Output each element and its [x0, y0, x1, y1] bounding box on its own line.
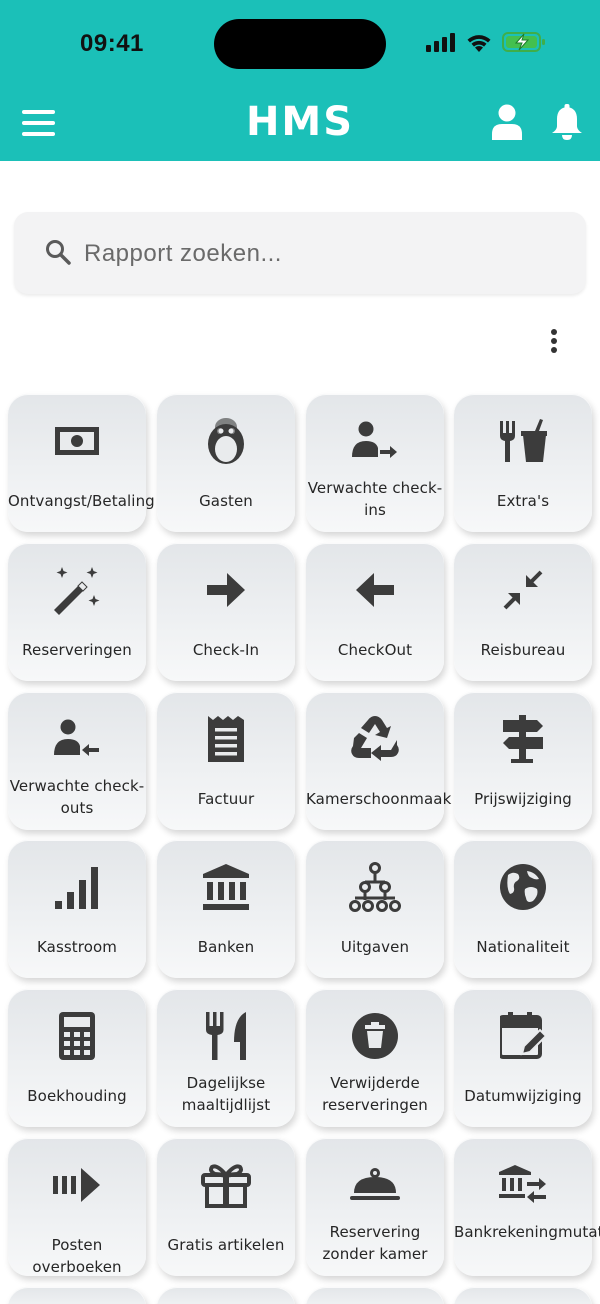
bank-icon: [157, 862, 295, 912]
tile-label: Reisbureau: [480, 641, 566, 659]
tile-prijswijziging[interactable]: Prijswijziging: [454, 692, 592, 830]
tile-factuur[interactable]: Factuur: [157, 692, 295, 830]
tile-posten-overboeken[interactable]: Posten overboeken: [8, 1138, 146, 1276]
tile-reservering-zonder-kamer[interactable]: Reservering zonder kamer: [306, 1138, 444, 1276]
globe-icon: [454, 862, 592, 912]
tile-banken[interactable]: Banken: [157, 840, 295, 978]
magic-wand-icon: [8, 565, 146, 615]
utensils-icon: [157, 1011, 295, 1061]
tile-label: Reservering zonder kamer: [322, 1223, 428, 1263]
tile-verwachte-check-outs[interactable]: Verwachte check-outs: [8, 692, 146, 830]
compress-arrows-icon: [454, 565, 592, 615]
tile-verwijderde-reserveringen[interactable]: Verwijderde reserveringen: [306, 989, 444, 1127]
signpost-icon: [454, 714, 592, 764]
bank-transfer-icon: [454, 1160, 592, 1210]
tile-verwachte-check-ins[interactable]: Verwachte check-ins: [306, 394, 444, 532]
receipt-icon: [157, 714, 295, 764]
money-icon: [8, 416, 146, 466]
tile-label: Ontvangst/Betaling: [8, 492, 155, 510]
tile-label: Datumwijziging: [464, 1087, 582, 1105]
tile-reserveringen[interactable]: Reserveringen: [8, 543, 146, 681]
tile-label: Reserveringen: [22, 641, 132, 659]
tile-bankrekeningmutaties[interactable]: Bankrekeningmutaties: [454, 1138, 600, 1276]
tile-boekhouding[interactable]: Boekhouding: [8, 989, 146, 1127]
tile-nationaliteit[interactable]: Nationaliteit: [454, 840, 592, 978]
tile-label: Verwijderde reserveringen: [322, 1074, 428, 1114]
tile-reisbureau[interactable]: Reisbureau: [454, 543, 592, 681]
tile-checkout[interactable]: CheckOut: [306, 543, 444, 681]
utensils-drink-icon: [454, 416, 592, 466]
gift-icon: [157, 1160, 295, 1210]
tile-label: Verwachte check-outs: [9, 777, 145, 817]
tile-partial[interactable]: [157, 1287, 295, 1304]
signal-bars-icon: [8, 862, 146, 912]
tile-extras[interactable]: Extra's: [454, 394, 592, 532]
calendar-edit-icon: [454, 1011, 592, 1061]
tile-kasstroom[interactable]: Kasstroom: [8, 840, 146, 978]
tile-label: Gasten: [199, 492, 253, 510]
tile-label: Extra's: [496, 492, 550, 510]
tile-label: Banken: [197, 938, 255, 956]
penguin-icon: [157, 416, 295, 466]
tile-partial[interactable]: [8, 1287, 146, 1304]
calculator-icon: [8, 1011, 146, 1061]
tile-label: Dagelijkse maaltijdlijst: [181, 1074, 271, 1114]
tile-label: Bankrekeningmutaties: [454, 1223, 600, 1241]
tile-gratis-artikelen[interactable]: Gratis artikelen: [157, 1138, 295, 1276]
tile-label: Uitgaven: [340, 938, 410, 956]
recycle-icon: [306, 714, 444, 764]
tile-partial[interactable]: [306, 1287, 444, 1304]
arrow-left-icon: [306, 565, 444, 615]
hierarchy-icon: [306, 862, 444, 912]
cloche-icon: [306, 1160, 444, 1210]
tile-label: CheckOut: [337, 641, 413, 659]
tile-label: Factuur: [197, 790, 255, 808]
arrow-right-icon: [157, 565, 295, 615]
tile-partial[interactable]: [454, 1287, 592, 1304]
tile-check-in[interactable]: Check-In: [157, 543, 295, 681]
tile-label: Boekhouding: [27, 1087, 127, 1105]
tile-label: Kamerschoonmaak: [306, 790, 452, 808]
tile-label: Posten overboeken: [32, 1236, 122, 1276]
tile-datumwijziging[interactable]: Datumwijziging: [454, 989, 592, 1127]
tile-label: Prijswijziging: [474, 790, 572, 808]
tile-label: Verwachte check-ins: [307, 479, 443, 519]
tile-dagelijkse-maaltijdlijst[interactable]: Dagelijkse maaltijdlijst: [157, 989, 295, 1127]
tile-label: Check-In: [192, 641, 260, 659]
report-grid: Ontvangst/Betaling Gasten Verwachte chec…: [0, 0, 600, 1304]
tile-label: Nationaliteit: [476, 938, 570, 956]
tile-ontvangst-betaling[interactable]: Ontvangst/Betaling: [8, 394, 155, 532]
trash-circle-icon: [306, 1011, 444, 1061]
transfer-items-icon: [8, 1160, 146, 1210]
tile-gasten[interactable]: Gasten: [157, 394, 295, 532]
tile-kamerschoonmaak[interactable]: Kamerschoonmaak: [306, 692, 452, 830]
tile-label: Gratis artikelen: [167, 1236, 285, 1254]
tile-label: Kasstroom: [37, 938, 117, 956]
user-arrow-left-icon: [8, 714, 146, 764]
user-arrow-right-icon: [306, 416, 444, 466]
tile-uitgaven[interactable]: Uitgaven: [306, 840, 444, 978]
